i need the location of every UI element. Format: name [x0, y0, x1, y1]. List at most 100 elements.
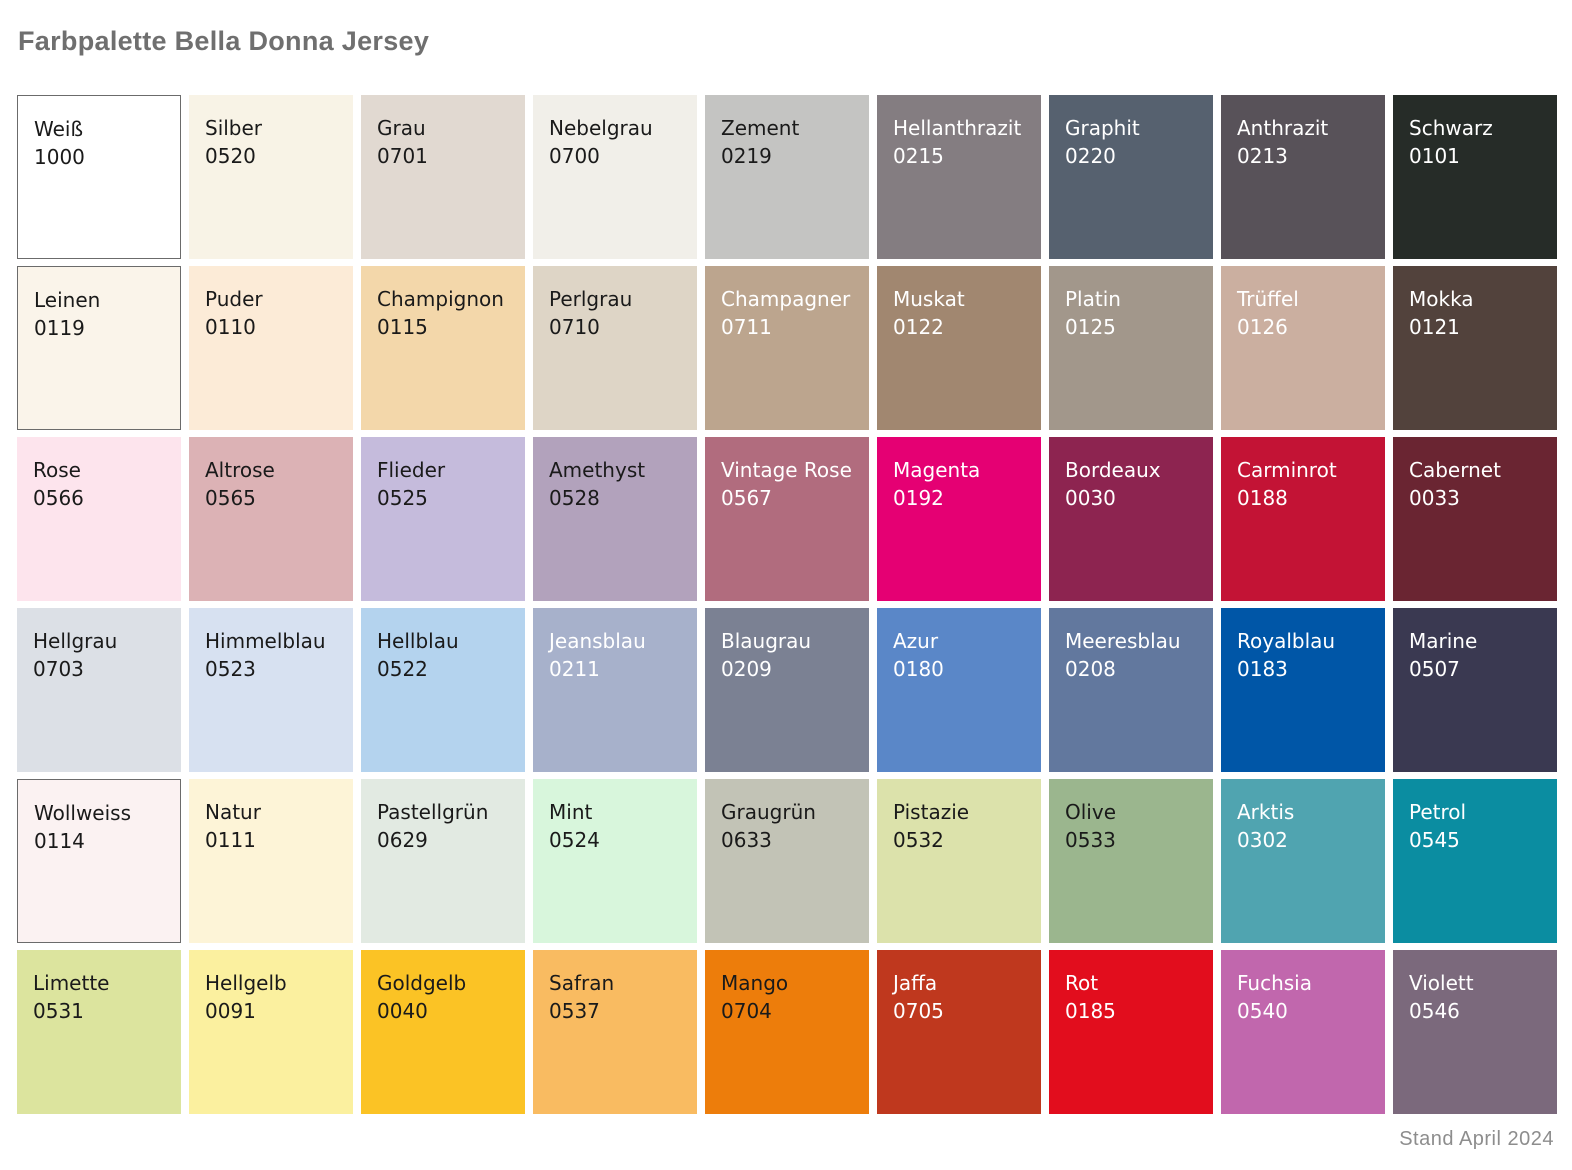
swatch-color-code: 0701 [377, 142, 517, 170]
swatch-color-code: 0704 [721, 997, 861, 1025]
swatch-color-code: 0545 [1409, 826, 1549, 854]
swatch-color-name: Vintage Rose [721, 456, 861, 484]
swatch-color-name: Muskat [893, 285, 1033, 313]
swatch-color-code: 0030 [1065, 484, 1205, 512]
color-swatch: Hellgelb 0091 [189, 950, 353, 1114]
color-swatch: Safran 0537 [533, 950, 697, 1114]
color-swatch: Magenta 0192 [877, 437, 1041, 601]
color-swatch: Perlgrau 0710 [533, 266, 697, 430]
swatch-color-name: Mango [721, 969, 861, 997]
swatch-color-name: Flieder [377, 456, 517, 484]
swatch-color-name: Pastellgrün [377, 798, 517, 826]
swatch-color-name: Rot [1065, 969, 1205, 997]
color-swatch: Olive 0533 [1049, 779, 1213, 943]
swatch-color-code: 0119 [34, 314, 172, 342]
swatch-color-code: 0101 [1409, 142, 1549, 170]
swatch-color-code: 0302 [1237, 826, 1377, 854]
swatch-color-code: 0507 [1409, 655, 1549, 683]
color-swatch: Nebelgrau 0700 [533, 95, 697, 259]
color-swatch: Grau 0701 [361, 95, 525, 259]
color-swatch: Violett 0546 [1393, 950, 1557, 1114]
swatch-color-name: Puder [205, 285, 345, 313]
swatch-color-name: Amethyst [549, 456, 689, 484]
color-palette-page: { "title": "Farbpalette Bella Donna Jers… [0, 0, 1572, 1170]
color-swatch: Pastellgrün 0629 [361, 779, 525, 943]
swatch-color-code: 0208 [1065, 655, 1205, 683]
color-swatch: Platin 0125 [1049, 266, 1213, 430]
swatch-color-code: 1000 [34, 143, 172, 171]
color-swatch: Mokka 0121 [1393, 266, 1557, 430]
swatch-color-name: Magenta [893, 456, 1033, 484]
swatch-color-name: Pistazie [893, 798, 1033, 826]
swatch-color-name: Meeresblau [1065, 627, 1205, 655]
color-swatch: Limette 0531 [17, 950, 181, 1114]
swatch-color-code: 0528 [549, 484, 689, 512]
color-swatch: Petrol 0545 [1393, 779, 1557, 943]
color-swatch: Flieder 0525 [361, 437, 525, 601]
page-title: Farbpalette Bella Donna Jersey [18, 26, 429, 57]
swatch-color-name: Hellgelb [205, 969, 345, 997]
swatch-color-name: Hellanthrazit [893, 114, 1033, 142]
color-swatch: Cabernet 0033 [1393, 437, 1557, 601]
swatch-color-code: 0522 [377, 655, 517, 683]
swatch-color-code: 0213 [1237, 142, 1377, 170]
color-swatch: Amethyst 0528 [533, 437, 697, 601]
swatch-color-name: Bordeaux [1065, 456, 1205, 484]
color-swatch: Wollweiss 0114 [17, 779, 181, 943]
swatch-color-code: 0565 [205, 484, 345, 512]
color-swatch: Trüffel 0126 [1221, 266, 1385, 430]
swatch-color-name: Fuchsia [1237, 969, 1377, 997]
swatch-color-name: Platin [1065, 285, 1205, 313]
swatch-color-code: 0111 [205, 826, 345, 854]
swatch-color-name: Champagner [721, 285, 861, 313]
color-swatch: Altrose 0565 [189, 437, 353, 601]
swatch-color-name: Grau [377, 114, 517, 142]
swatch-color-code: 0033 [1409, 484, 1549, 512]
swatch-color-code: 0710 [549, 313, 689, 341]
swatch-color-name: Carminrot [1237, 456, 1377, 484]
swatch-color-code: 0209 [721, 655, 861, 683]
color-swatch: Weiß 1000 [17, 95, 181, 259]
swatch-color-code: 0567 [721, 484, 861, 512]
color-swatch: Natur 0111 [189, 779, 353, 943]
swatch-color-name: Silber [205, 114, 345, 142]
swatch-color-name: Champignon [377, 285, 517, 313]
swatch-color-code: 0091 [205, 997, 345, 1025]
color-swatch: Blaugrau 0209 [705, 608, 869, 772]
swatch-color-code: 0121 [1409, 313, 1549, 341]
color-swatch: Muskat 0122 [877, 266, 1041, 430]
swatch-color-name: Leinen [34, 286, 172, 314]
color-swatch: Hellblau 0522 [361, 608, 525, 772]
swatch-color-code: 0185 [1065, 997, 1205, 1025]
swatch-color-code: 0520 [205, 142, 345, 170]
color-swatch: Champignon 0115 [361, 266, 525, 430]
swatch-color-code: 0040 [377, 997, 517, 1025]
swatch-color-name: Perlgrau [549, 285, 689, 313]
color-swatch: Schwarz 0101 [1393, 95, 1557, 259]
swatch-color-code: 0211 [549, 655, 689, 683]
swatch-color-code: 0180 [893, 655, 1033, 683]
swatch-color-code: 0523 [205, 655, 345, 683]
color-swatch: Jeansblau 0211 [533, 608, 697, 772]
swatch-color-code: 0524 [549, 826, 689, 854]
swatch-color-code: 0122 [893, 313, 1033, 341]
swatch-color-name: Schwarz [1409, 114, 1549, 142]
swatch-color-name: Weiß [34, 115, 172, 143]
color-swatch: Pistazie 0532 [877, 779, 1041, 943]
swatch-color-code: 0532 [893, 826, 1033, 854]
color-swatch: Marine 0507 [1393, 608, 1557, 772]
color-swatch: Hellgrau 0703 [17, 608, 181, 772]
swatch-color-name: Himmelblau [205, 627, 345, 655]
swatch-color-code: 0188 [1237, 484, 1377, 512]
color-swatch: Graugrün 0633 [705, 779, 869, 943]
swatch-color-name: Wollweiss [34, 799, 172, 827]
color-swatch: Leinen 0119 [17, 266, 181, 430]
swatch-color-code: 0566 [33, 484, 173, 512]
palette-grid: Weiß 1000 Silber 0520 Grau 0701 Nebelgra… [17, 95, 1557, 1114]
swatch-color-code: 0633 [721, 826, 861, 854]
swatch-color-name: Jeansblau [549, 627, 689, 655]
swatch-color-name: Rose [33, 456, 173, 484]
color-swatch: Mango 0704 [705, 950, 869, 1114]
swatch-color-name: Olive [1065, 798, 1205, 826]
color-swatch: Anthrazit 0213 [1221, 95, 1385, 259]
